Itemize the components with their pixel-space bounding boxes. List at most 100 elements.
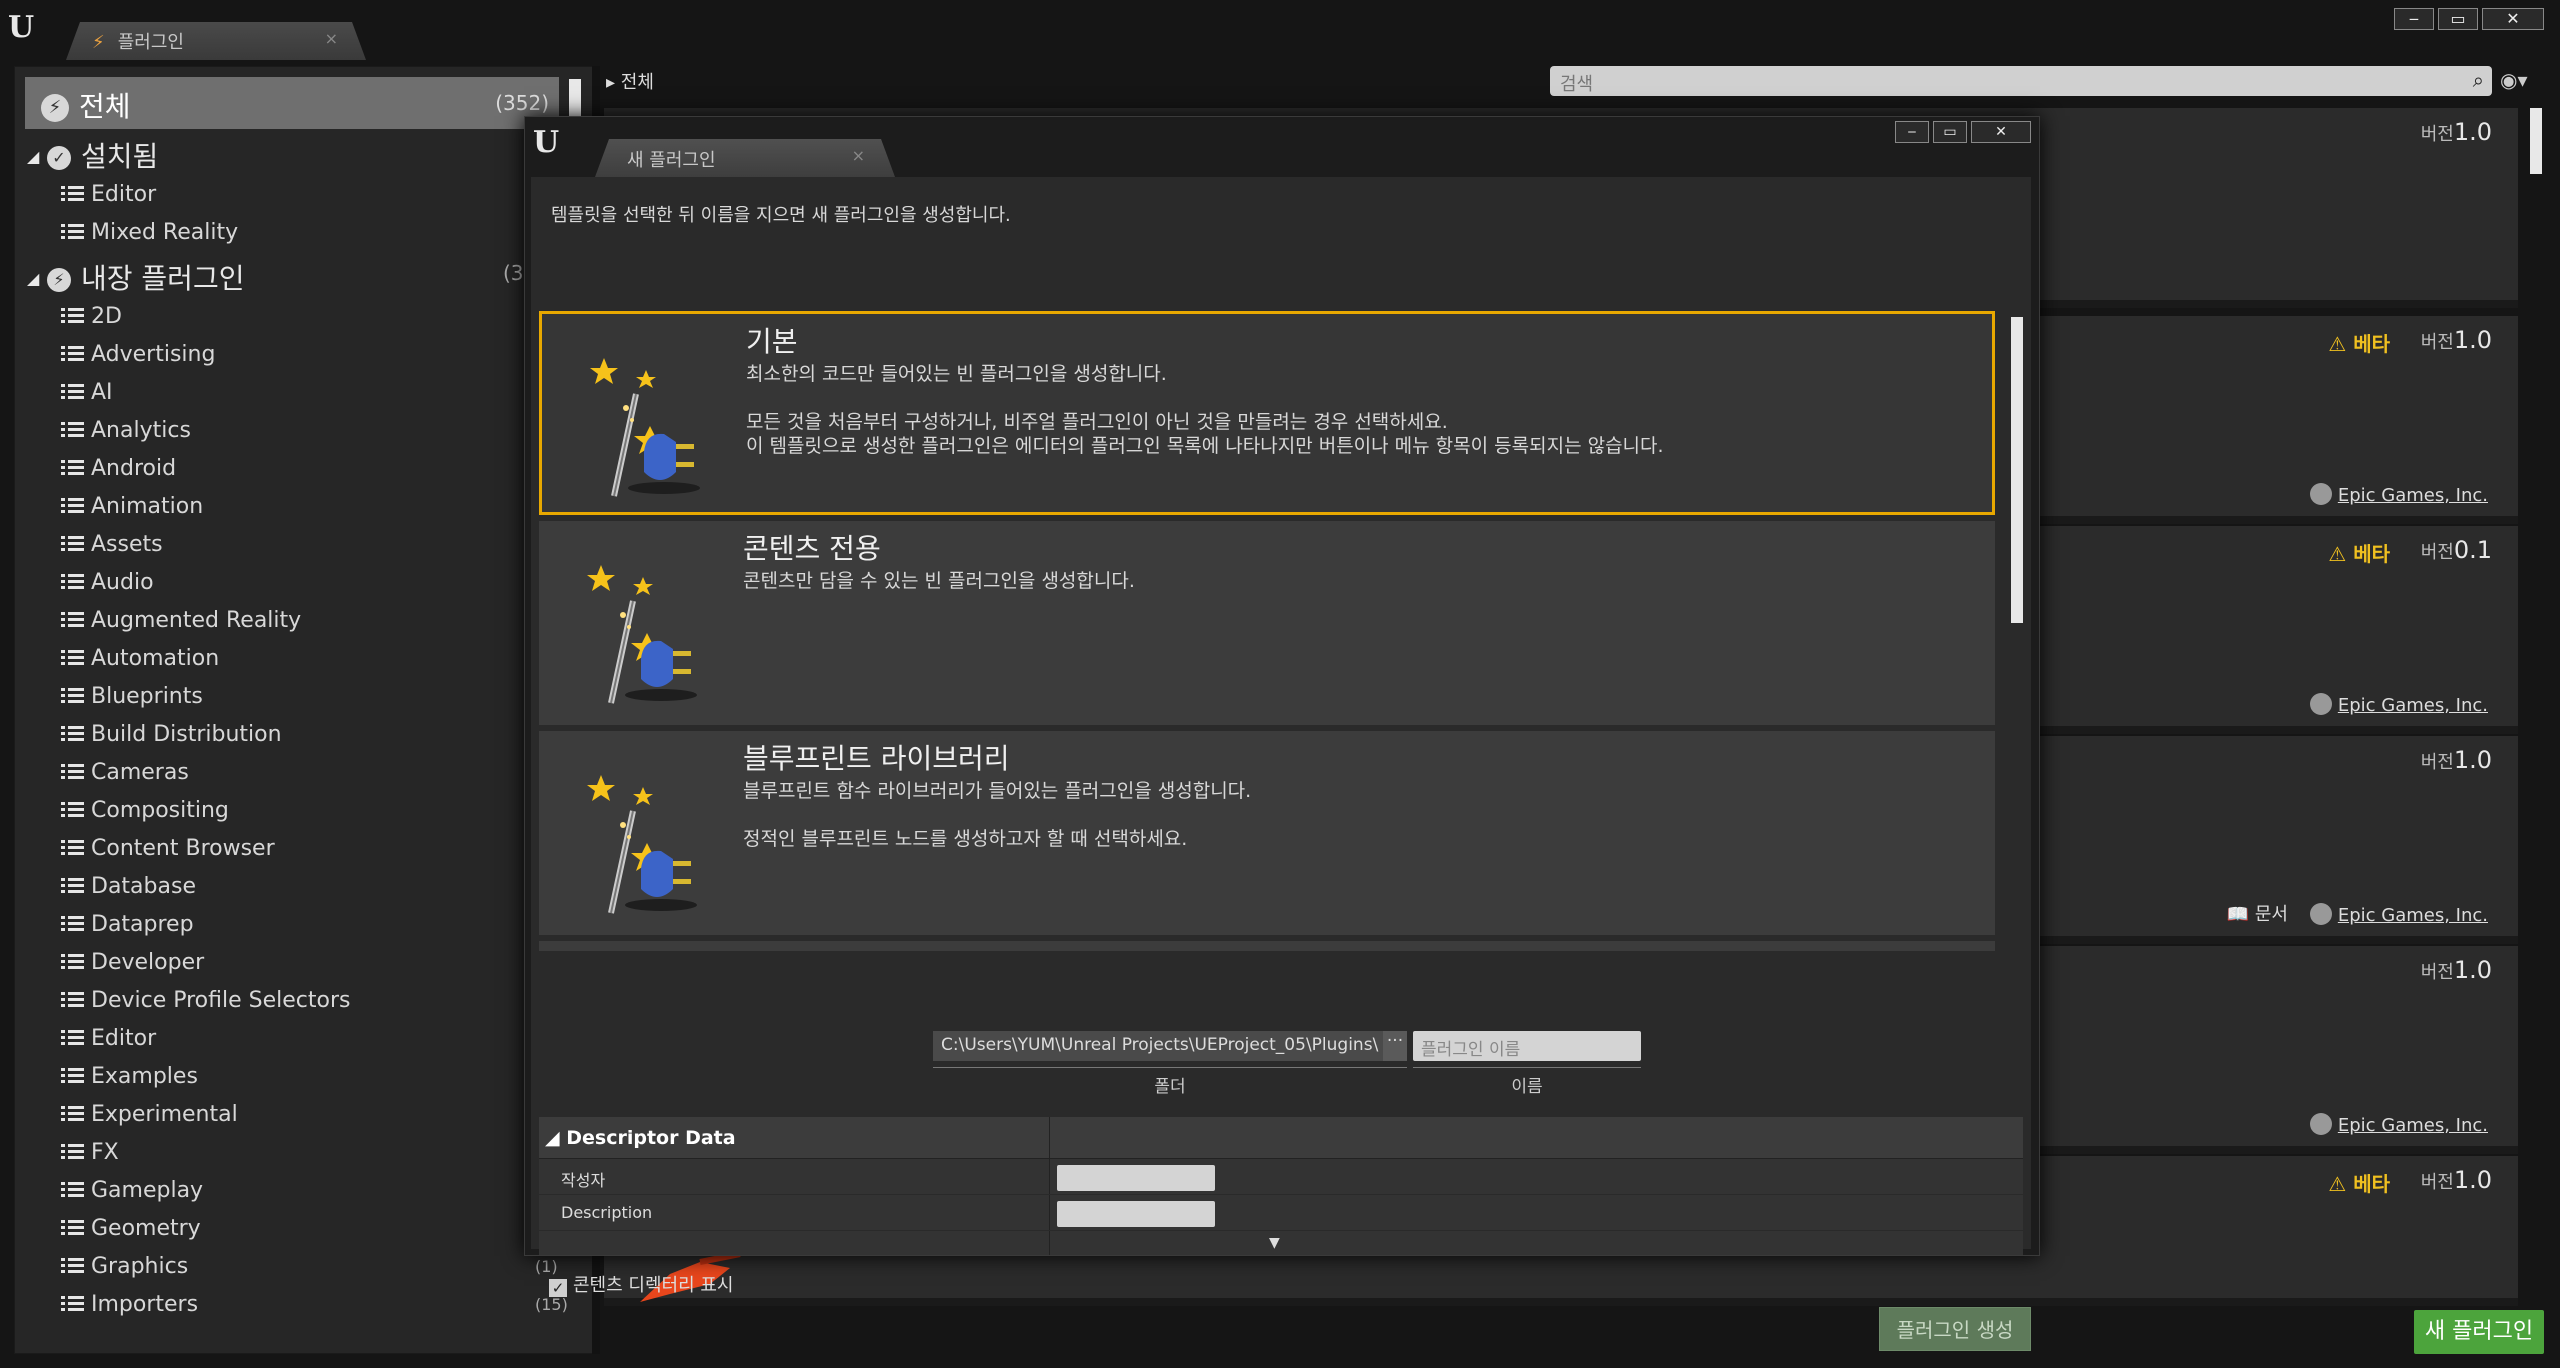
new-plugin-button[interactable]: 새 플러그인 (2414, 1310, 2544, 1354)
globe-icon (2309, 483, 2332, 505)
beta-label: 베타 (2353, 542, 2390, 566)
template-card[interactable]: 블루프린트 라이브러리 블루프린트 함수 라이브러리가 들어있는 플러그인을 생성… (539, 731, 1995, 935)
sidebar-item[interactable]: Importers (15) (15, 1285, 593, 1323)
template-description: 콘텐츠만 담을 수 있는 빈 플러그인을 생성합니다. (743, 570, 1135, 592)
sidebar-item[interactable]: 2D (15, 297, 593, 335)
sidebar-item[interactable]: Experimental (15, 1095, 593, 1133)
sidebar-item[interactable]: FX (15, 1133, 593, 1171)
sidebar-item[interactable]: Blueprints (15, 677, 593, 715)
docs-label: 문서 (2254, 904, 2288, 925)
sidebar-item[interactable]: Android (15, 449, 593, 487)
checkbox-checked-icon[interactable]: ✓ (549, 1279, 567, 1297)
list-icon (61, 421, 85, 439)
tab-new-plugin[interactable]: 새 플러그인 × (595, 139, 895, 177)
sidebar-item[interactable]: Augmented Reality (15, 601, 593, 639)
author-label: 작성자 (561, 1171, 606, 1190)
sidebar-item[interactable]: Gameplay (15, 1171, 593, 1209)
vendor-link[interactable]: Epic Games, Inc. (2309, 903, 2488, 926)
list-icon (61, 497, 85, 515)
close-button[interactable]: ✕ (1971, 121, 2031, 143)
plugin-name-placeholder: 플러그인 이름 (1421, 1040, 1521, 1060)
minimize-button[interactable]: ‒ (1895, 121, 1929, 143)
sidebar-item[interactable]: Editor (15, 1019, 593, 1057)
bolt-icon: ⚡ (47, 268, 71, 292)
plugin-list-scrollbar[interactable] (2530, 108, 2542, 174)
sidebar-item[interactable]: Examples (15, 1057, 593, 1095)
expand-more-icon[interactable]: ▼ (1269, 1235, 1280, 1251)
show-content-dir-checkbox[interactable]: ✓ 콘텐츠 디렉터리 표시 (549, 1271, 733, 1297)
folder-path-value: C:\Users\YUM\Unreal Projects\UEProject_0… (941, 1035, 1379, 1055)
tab-plugins[interactable]: ⚡ 플러그인 × (66, 22, 366, 60)
create-plugin-button[interactable]: 플러그인 생성 (1879, 1307, 2031, 1351)
version-text: 버전0.1 (2421, 536, 2492, 564)
collapse-arrow-icon[interactable]: ◢ (27, 269, 47, 288)
search-icon[interactable]: ⌕ (2473, 68, 2484, 92)
docs-link[interactable]: 📖 문서 (2227, 900, 2288, 926)
list-icon (61, 839, 85, 857)
maximize-button[interactable]: ▭ (2438, 8, 2478, 30)
sidebar-group-builtin[interactable]: ◢ ⚡ 내장 플러그인 (3 (15, 251, 593, 297)
sidebar-item[interactable]: Content Browser (15, 829, 593, 867)
sidebar-item[interactable]: Audio (15, 563, 593, 601)
descriptor-data-header[interactable]: ◢ Descriptor Data (539, 1117, 2023, 1255)
sidebar-item[interactable]: Assets (15, 525, 593, 563)
collapse-arrow-icon[interactable]: ◢ (27, 147, 47, 166)
sidebar-item[interactable]: Build Distribution (15, 715, 593, 753)
template-card[interactable]: 기본 최소한의 코드만 들어있는 빈 플러그인을 생성합니다. 모든 것을 처음부… (539, 311, 1995, 515)
sidebar-item-label: Build Distribution (91, 722, 282, 747)
sidebar-all-count: (352) (495, 91, 549, 115)
vendor-link[interactable]: Epic Games, Inc. (2309, 693, 2488, 716)
sidebar-item-label: Automation (91, 646, 220, 671)
author-input[interactable] (1057, 1165, 1215, 1191)
description-input[interactable] (1057, 1201, 1215, 1227)
sidebar-item[interactable]: Device Profile Selectors (15, 981, 593, 1019)
version-text: 버전1.0 (2421, 326, 2492, 354)
sidebar-item-label: AI (91, 380, 113, 405)
sidebar-item-label: FX (91, 1140, 119, 1165)
sidebar-item-label: Geometry (91, 1216, 201, 1241)
sidebar-group-installed[interactable]: ◢ ✓ 설치됨 (15, 129, 593, 175)
sidebar-item[interactable]: Developer (15, 943, 593, 981)
template-list-scrollbar[interactable] (2011, 317, 2023, 623)
sidebar-item-all[interactable]: ⚡ 전체 (352) (25, 77, 559, 129)
sidebar-item[interactable]: Graphics (1) (15, 1247, 593, 1285)
folder-path-field[interactable]: C:\Users\YUM\Unreal Projects\UEProject_0… (933, 1031, 1407, 1061)
sidebar-item[interactable]: Automation (15, 639, 593, 677)
sidebar-item[interactable]: Editor (15, 175, 593, 213)
maximize-button[interactable]: ▭ (1933, 121, 1967, 143)
sidebar-all-label: 전체 (79, 90, 131, 123)
tab-plugins-label: 플러그인 (117, 32, 184, 53)
tab-close-icon[interactable]: × (325, 29, 338, 48)
sidebar-item[interactable]: Dataprep (15, 905, 593, 943)
sidebar-item[interactable]: Database (15, 867, 593, 905)
sidebar-item[interactable]: Cameras (15, 753, 593, 791)
sidebar-item[interactable]: Animation (15, 487, 593, 525)
installed-icon: ✓ (47, 146, 71, 170)
template-card[interactable]: 콘텐츠 전용 콘텐츠만 담을 수 있는 빈 플러그인을 생성합니다. (539, 521, 1995, 725)
sidebar-item[interactable]: AI (15, 373, 593, 411)
sidebar-item[interactable]: Analytics (15, 411, 593, 449)
sidebar-item[interactable]: Mixed Reality (15, 213, 593, 251)
list-icon (61, 535, 85, 553)
vendor-link[interactable]: Epic Games, Inc. (2309, 1113, 2488, 1136)
plugin-name-input[interactable]: 플러그인 이름 (1413, 1031, 1641, 1061)
search-input[interactable]: 검색 ⌕ (1550, 66, 2492, 96)
close-button[interactable]: ✕ (2482, 8, 2544, 30)
view-options-eye-icon[interactable]: ◉▾ (2500, 68, 2528, 92)
sidebar-item-count: (15) (535, 1295, 568, 1314)
vendor-label: Epic Games, Inc. (2337, 1115, 2488, 1136)
sidebar-item-label: Examples (91, 1064, 198, 1089)
browse-folder-button[interactable]: ··· (1383, 1031, 1407, 1061)
sidebar-item[interactable]: Geometry (15, 1209, 593, 1247)
template-card[interactable]: 에디터 독립 실행 (539, 941, 1995, 951)
sidebar-item[interactable]: Compositing (15, 791, 593, 829)
sidebar-item[interactable]: Advertising (15, 335, 593, 373)
name-label: 이름 (1413, 1067, 1641, 1097)
sidebar-item-label: Mixed Reality (91, 220, 239, 245)
minimize-button[interactable]: ‒ (2394, 8, 2434, 30)
vendor-link[interactable]: Epic Games, Inc. (2309, 483, 2488, 506)
list-icon (61, 611, 85, 629)
list-icon (61, 1181, 85, 1199)
tab-close-icon[interactable]: × (852, 146, 865, 165)
breadcrumb[interactable]: ▸ 전체 (606, 68, 654, 94)
